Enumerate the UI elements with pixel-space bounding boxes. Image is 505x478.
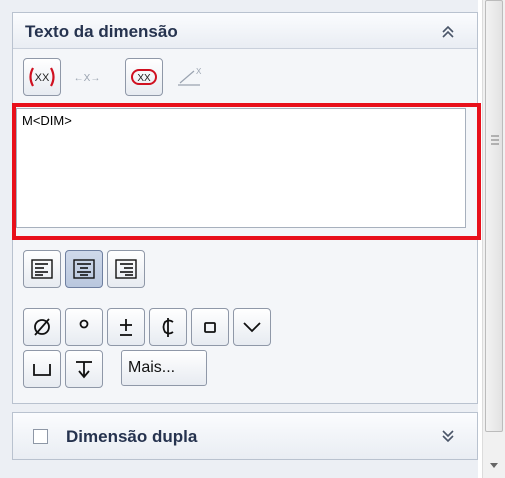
scrollbar-thumb[interactable] <box>485 0 503 432</box>
svg-text:XX: XX <box>137 73 151 84</box>
scroll-down-arrow-icon[interactable] <box>489 460 499 470</box>
dual-dimension-checkbox[interactable] <box>33 429 48 444</box>
more-symbols-button[interactable]: Mais... <box>121 350 207 386</box>
depth-icon <box>76 361 92 379</box>
align-center-button[interactable] <box>65 250 103 288</box>
degree-icon <box>79 319 89 329</box>
double-chevron-down-icon[interactable] <box>437 425 459 447</box>
counterbore-symbol-button[interactable] <box>23 350 61 388</box>
parentheses-xx-icon: XX <box>29 67 55 87</box>
align-right-icon <box>115 259 137 279</box>
square-symbol-button[interactable] <box>191 308 229 346</box>
rounded-xx-icon: XX <box>131 69 157 85</box>
inspection-xx-icon: ←X→ <box>74 73 101 84</box>
counterbore-icon <box>33 364 51 376</box>
inspection-dimension-button[interactable]: ←X→ <box>67 62 107 92</box>
align-center-icon <box>73 259 95 279</box>
centerline-icon <box>162 318 174 337</box>
tolerance-slash-icon: X <box>178 67 202 86</box>
centerline-symbol-button[interactable] <box>149 308 187 346</box>
depth-symbol-button[interactable] <box>65 350 103 388</box>
tolerance-format-button[interactable]: X <box>169 62 209 92</box>
dimension-text-box[interactable]: M<DIM> <box>16 108 466 228</box>
add-parentheses-button[interactable]: XX <box>23 58 61 96</box>
diameter-symbol-button[interactable] <box>23 308 61 346</box>
svg-text:X: X <box>196 67 202 76</box>
more-symbols-dropdown[interactable] <box>233 308 271 346</box>
align-right-button[interactable] <box>107 250 145 288</box>
double-chevron-up-icon[interactable] <box>437 21 459 43</box>
property-manager-pane: Texto da dimensão XX ←X→ XX X Mais... M<… <box>0 0 481 478</box>
dimension-text-input[interactable]: M<DIM> <box>17 109 465 227</box>
plus-minus-icon <box>120 319 132 336</box>
dual-dimension-title: Dimensão dupla <box>66 427 198 446</box>
svg-text:XX: XX <box>35 72 50 84</box>
diameter-icon <box>34 318 50 336</box>
chevron-down-icon <box>243 322 261 333</box>
more-symbols-label: Mais... <box>128 359 176 376</box>
dimension-text-title: Texto da dimensão <box>25 22 178 41</box>
grip-icon <box>491 135 499 145</box>
dual-dimension-group: Dimensão dupla <box>12 412 478 460</box>
inspection-frame-button[interactable]: XX <box>125 58 163 96</box>
dimension-text-header[interactable]: Texto da dimensão <box>13 13 477 49</box>
plus-minus-symbol-button[interactable] <box>107 308 145 346</box>
svg-text:←X→: ←X→ <box>74 73 101 84</box>
vertical-scrollbar[interactable] <box>482 0 505 478</box>
dual-dimension-header[interactable]: Dimensão dupla <box>13 413 477 459</box>
align-left-button[interactable] <box>23 250 61 288</box>
degree-symbol-button[interactable] <box>65 308 103 346</box>
align-left-icon <box>31 259 53 279</box>
square-icon <box>204 322 216 333</box>
